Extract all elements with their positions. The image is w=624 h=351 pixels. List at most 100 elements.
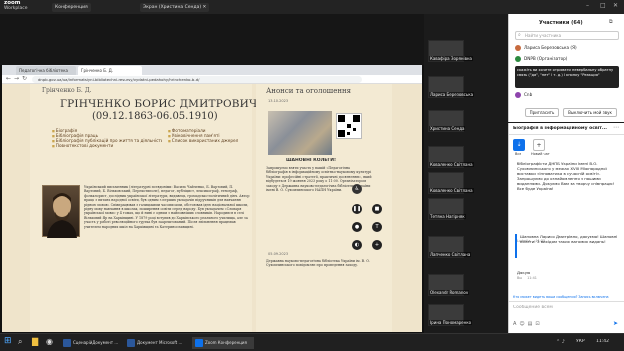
plus-icon[interactable]: + (372, 240, 382, 250)
language-indicator[interactable]: УКР (576, 339, 585, 344)
links-left: Біографія Бібліографія праць Бібліографі… (52, 128, 162, 148)
browser-tab-library[interactable]: Педагогічна бібліотека (16, 66, 76, 75)
share-top-gap (0, 14, 424, 65)
taskbar-item-scenario[interactable]: СценарійДокумент ... (60, 337, 122, 349)
close-icon[interactable]: ✕ (203, 5, 207, 10)
chat-message: Шановна Ларисо Дмитрівно, дякуємо! Шанов… (520, 234, 618, 244)
video-tile[interactable]: Лариса Березовська (428, 76, 475, 98)
bio-column: Грінченко Б. Д. ГРІНЧЕНКО БОРИС ДМИТРОВИ… (30, 84, 257, 332)
participant-row[interactable]: Лариса Березовська (Я) (515, 43, 621, 53)
person-short-name: Грінченко Б. Д. (42, 87, 92, 94)
zoom-tab-conference[interactable]: Конференция (52, 3, 91, 12)
pause-icon[interactable]: ❚❚ (352, 204, 362, 214)
close-window-icon[interactable]: ✕ (613, 2, 618, 9)
file-explorer-icon[interactable]: ▇ (32, 337, 38, 346)
reload-icon[interactable]: ↻ (22, 75, 27, 82)
video-tile[interactable]: Кавафіра Зорянівна (428, 40, 473, 62)
zoom-tab-screen-share[interactable]: Экран (Христина Сенда) ✕ (140, 3, 210, 12)
video-tile[interactable]: Ірина Пономаренко (428, 304, 473, 326)
participants-panel: Участники (64) ⧉ ⌕ Найти участника Ларис… (508, 14, 624, 122)
chat-message: Дякую (517, 270, 531, 275)
bio-text: Український письменник (літературні псев… (84, 185, 250, 229)
windows-taskbar: ⊞ ⌕ ▇ ◉ СценарійДокумент ... Документ Mi… (0, 333, 624, 351)
event-collage-image[interactable] (268, 111, 332, 155)
avatar (515, 92, 521, 98)
screenshot-icon[interactable]: ⊡ (535, 321, 542, 327)
chat-tab-new[interactable]: Новий чат (531, 152, 550, 156)
back-icon[interactable]: ← (6, 75, 11, 82)
zoom-logo: zoom Workplace (4, 0, 28, 11)
video-tile[interactable]: Olexandr Romanov (428, 274, 470, 296)
contrast-icon[interactable]: ◐ (352, 240, 362, 250)
send-icon[interactable]: ➤ (613, 320, 618, 327)
announcements-title: Анонси та оголошення (266, 87, 352, 95)
browser-window: Педагогічна бібліотека Грінченко Б. Д. ←… (2, 65, 422, 332)
word-icon (63, 339, 71, 347)
text-size-icon[interactable]: T (372, 222, 382, 232)
chat-visibility-note[interactable]: Кто может видеть ваши сообщения? Запись … (513, 295, 623, 299)
video-tile[interactable]: Тетяна Нагірняк (428, 198, 466, 220)
taskbar-item-document[interactable]: Документ Microsoft ... (124, 337, 190, 349)
participants-title: Участники (64) (539, 20, 583, 26)
video-gallery: Кавафіра Зорянівна Лариса Березовська Хр… (424, 14, 508, 333)
minimize-icon[interactable]: – (586, 2, 589, 9)
browser-tab-hrinchenko[interactable]: Грінченко Б. Д. (78, 66, 142, 75)
web-page: Грінченко Б. Д. ГРІНЧЕНКО БОРИС ДМИТРОВИ… (2, 84, 422, 332)
chat-all-icon[interactable]: ⇣ (513, 139, 525, 151)
video-tile[interactable]: Коваленко Світлана (428, 172, 474, 194)
video-tile[interactable]: Лапченко Світлана (428, 236, 472, 258)
video-tile[interactable]: Коваленко Світлана (428, 146, 474, 168)
new-chat-icon[interactable]: + (533, 139, 545, 151)
address-bar: ← → ↻ dnpb.gov.ua/ua/informatsiyni-bibli… (2, 75, 422, 84)
participant-search-placeholder: Найти участника (525, 33, 562, 38)
stop-icon[interactable]: ■ (372, 204, 382, 214)
video-tile[interactable]: Христина Сенда (428, 110, 466, 132)
search-icon[interactable]: ⌕ (18, 337, 22, 347)
chat-header: Біографія в інформаційному освіт... ⋯ (509, 123, 624, 135)
person-full-name: ГРІНЧЕНКО БОРИС ДМИТРОВИЧ (60, 98, 258, 110)
portrait-image (42, 185, 80, 238)
chat-tab-all[interactable]: Все (515, 152, 521, 156)
announcement-date-2: 05.09.2023 (268, 252, 289, 256)
record-icon[interactable]: ● (352, 222, 362, 232)
announcement-text-2: Державна науково-педагогічна бібліотека … (266, 259, 370, 268)
more-icon[interactable]: ⋯ (613, 124, 619, 131)
word-icon (127, 339, 135, 347)
participant-row[interactable]: DNPB (Організатор) (515, 54, 621, 64)
mute-me-button[interactable]: Выключить мой звук (563, 108, 617, 117)
avatar (515, 56, 521, 62)
divider (509, 301, 624, 302)
url-field[interactable]: dnpb.gov.ua/ua/informatsiyni-bibliotechn… (32, 76, 362, 83)
accessibility-icon[interactable]: ♿ (352, 184, 362, 194)
chat-toolbar: A☺▤⊡ (513, 321, 543, 327)
maximize-icon[interactable]: □ (600, 2, 606, 9)
reaction-tooltip: скажіть ви хочете отримати невербальну о… (515, 66, 619, 88)
link-sources[interactable]: Список використаних джерел (168, 138, 252, 143)
announcements-column: Анонси та оголошення 13.10.2023 ШАНОВНІ … (256, 84, 392, 332)
emoji-icon[interactable]: ☺ (519, 321, 527, 327)
taskbar-item-zoom[interactable]: Zoom Конференция (192, 337, 254, 349)
participant-search[interactable]: ⌕ Найти участника (515, 31, 619, 40)
forward-icon[interactable]: → (14, 75, 19, 82)
tray-icons[interactable]: ⌃ ♪ (556, 339, 565, 345)
collage-caption: ШАНОВНІ КОЛЕГИ! (286, 158, 337, 163)
chat-title: Біографія в інформаційному освіт... (513, 126, 607, 131)
clock[interactable]: 11:42 (596, 339, 609, 344)
chat-message: бібліографісти ДНПБ України імені В.О. С… (517, 161, 615, 191)
invite-button[interactable]: Пригласить (525, 108, 559, 117)
popout-icon[interactable]: ⧉ (609, 19, 613, 25)
person-dates: (09.12.1863-06.05.1910) (92, 111, 218, 122)
link-fulltext-docs[interactable]: Повнотекстові документи (52, 143, 152, 148)
chat-input[interactable]: Сообщение всем (513, 305, 553, 310)
windows-start-icon[interactable]: ⊞ (4, 336, 12, 346)
links-right: Фотоматеріали Увіковічнення пам'яті Спис… (168, 128, 252, 143)
browser-icon[interactable]: ◉ (46, 337, 53, 346)
shared-screen: Педагогічна бібліотека Грінченко Б. Д. ←… (0, 14, 424, 333)
browser-tab-strip: Педагогічна бібліотека Грінченко Б. Д. (2, 65, 422, 75)
qr-code[interactable] (336, 113, 362, 139)
announcement-date: 13.10.2023 (268, 99, 289, 103)
message-accent-bar (515, 234, 517, 258)
zoom-title-bar: zoom Workplace Конференция Экран (Христин… (0, 0, 624, 14)
participant-row[interactable]: Cnb (515, 90, 621, 100)
avatar (515, 45, 521, 51)
